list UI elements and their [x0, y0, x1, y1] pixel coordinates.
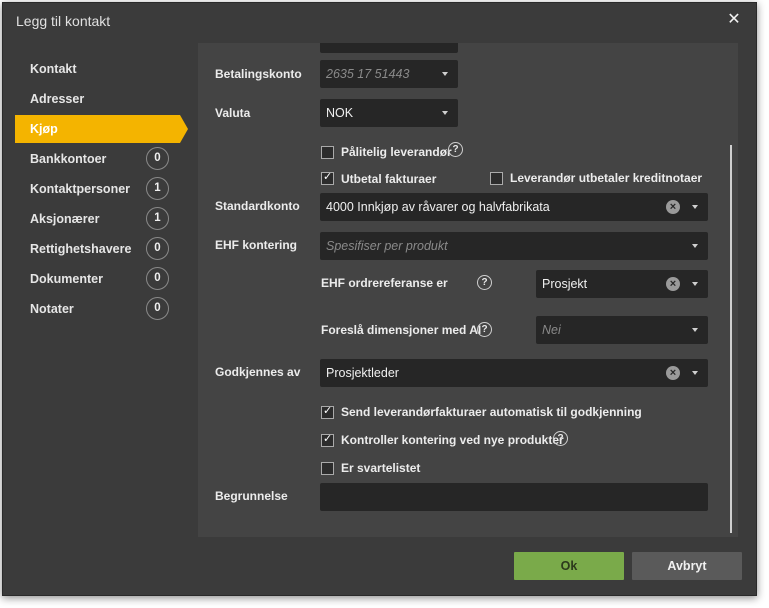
- cancel-button[interactable]: Avbryt: [632, 552, 742, 580]
- svartelistet-label: Er svartelistet: [341, 461, 421, 475]
- help-icon[interactable]: ?: [553, 431, 568, 446]
- count-badge: 1: [146, 177, 169, 200]
- begrunnelse-input[interactable]: [320, 483, 708, 511]
- sidebar-item-kontakt[interactable]: Kontakt: [15, 55, 180, 83]
- standardkonto-value: 4000 Innkjøp av råvarer og halvfabrikata: [326, 200, 550, 214]
- help-icon[interactable]: ?: [448, 142, 463, 157]
- ok-button[interactable]: Ok: [514, 552, 624, 580]
- ehf-ordreref-value: Prosjekt: [542, 277, 588, 291]
- kreditnotaer-checkbox[interactable]: [490, 172, 503, 185]
- count-badge: 0: [146, 147, 169, 170]
- chevron-down-icon[interactable]: [692, 244, 698, 248]
- svartelistet-checkbox[interactable]: [321, 462, 334, 475]
- clear-icon[interactable]: ×: [666, 366, 680, 380]
- sidebar-item-label: Aksjonærer: [30, 212, 100, 226]
- help-icon[interactable]: ?: [477, 322, 492, 337]
- godkjennes-label: Godkjennes av: [215, 365, 301, 379]
- sidebar-item-label: Kontaktpersoner: [30, 182, 131, 196]
- sidebar-item-label: Bankkontoer: [30, 152, 107, 166]
- chevron-down-icon[interactable]: [692, 328, 698, 332]
- dimensjoner-placeholder: Nei: [542, 323, 561, 337]
- sidebar-item-label: Rettighetshavere: [30, 242, 132, 256]
- sidebar-item-label: Adresser: [30, 92, 85, 106]
- sidebar-item-label: Dokumenter: [30, 272, 103, 286]
- sidebar-item-kjop[interactable]: Kjøp: [15, 115, 188, 143]
- sidebar-item-label: Notater: [30, 302, 74, 316]
- sidebar-item-adresser[interactable]: Adresser: [15, 85, 180, 113]
- kontroller-checkbox[interactable]: [321, 432, 334, 447]
- palitelig-checkbox[interactable]: [321, 146, 334, 159]
- utbetal-checkbox[interactable]: [321, 170, 334, 185]
- sidebar-item-label: Kontakt: [30, 62, 77, 76]
- sidebar-item-bankkontoer[interactable]: Bankkontoer 0: [15, 145, 180, 173]
- ehf-kontering-label: EHF kontering: [215, 238, 298, 252]
- ehf-ordreref-label: EHF ordrereferanse er: [321, 276, 448, 290]
- betalingskonto-placeholder: 2635 17 51443: [326, 67, 410, 81]
- scrolled-field[interactable]: [320, 43, 458, 53]
- chevron-down-icon[interactable]: [692, 371, 698, 375]
- chevron-down-icon[interactable]: [442, 72, 448, 76]
- sidebar-item-notater[interactable]: Notater 0: [15, 295, 180, 323]
- kreditnotaer-label: Leverandør utbetaler kreditnotaer: [510, 171, 703, 185]
- valuta-label: Valuta: [215, 106, 251, 120]
- send-godkjenning-label: Send leverandørfakturaer automatisk til …: [341, 405, 642, 419]
- ehf-kontering-placeholder: Spesifiser per produkt: [326, 239, 448, 253]
- help-icon[interactable]: ?: [477, 275, 492, 290]
- ehf-ordreref-select[interactable]: Prosjekt ×: [536, 270, 708, 298]
- clear-icon[interactable]: ×: [666, 277, 680, 291]
- count-badge: 0: [146, 267, 169, 290]
- scrollbar[interactable]: [730, 145, 732, 533]
- kontroller-label: Kontroller kontering ved nye produkter: [341, 433, 564, 447]
- dimensjoner-select[interactable]: Nei: [536, 316, 708, 344]
- count-badge: 0: [146, 237, 169, 260]
- valuta-select[interactable]: NOK: [320, 99, 458, 127]
- utbetal-label: Utbetal fakturaer: [341, 172, 437, 186]
- count-badge: 0: [146, 297, 169, 320]
- close-icon[interactable]: ✕: [725, 11, 743, 29]
- godkjennes-select[interactable]: Prosjektleder ×: [320, 359, 708, 387]
- sidebar-item-kontaktpersoner[interactable]: Kontaktpersoner 1: [15, 175, 180, 203]
- palitelig-label: Pålitelig leverandør: [341, 145, 452, 159]
- dialog-titlebar: Legg til kontakt ✕: [3, 3, 756, 37]
- sidebar-item-rettighetshavere[interactable]: Rettighetshavere 0: [15, 235, 180, 263]
- valuta-value: NOK: [326, 106, 354, 120]
- dimensjoner-label: Foreslå dimensjoner med AI: [321, 323, 482, 337]
- chevron-down-icon[interactable]: [442, 111, 448, 115]
- clear-icon[interactable]: ×: [666, 200, 680, 214]
- betalingskonto-label: Betalingskonto: [215, 67, 302, 81]
- count-badge: 1: [146, 207, 169, 230]
- godkjennes-value: Prosjektleder: [326, 366, 399, 380]
- chevron-down-icon[interactable]: [692, 282, 698, 286]
- sidebar-item-aksjonaerer[interactable]: Aksjonærer 1: [15, 205, 180, 233]
- add-contact-dialog: Legg til kontakt ✕ Kontakt Adresser Kjøp…: [2, 2, 757, 596]
- begrunnelse-label: Begrunnelse: [215, 489, 288, 503]
- sidebar-item-dokumenter[interactable]: Dokumenter 0: [15, 265, 180, 293]
- sidebar-item-label: Kjøp: [30, 122, 58, 136]
- chevron-down-icon[interactable]: [692, 205, 698, 209]
- purchase-form-panel: Betalingskonto 2635 17 51443 Valuta NOK …: [198, 43, 738, 537]
- betalingskonto-select[interactable]: 2635 17 51443: [320, 60, 458, 88]
- dialog-title: Legg til kontakt: [16, 13, 111, 29]
- standardkonto-label: Standardkonto: [215, 199, 300, 213]
- standardkonto-select[interactable]: 4000 Innkjøp av råvarer og halvfabrikata…: [320, 193, 708, 221]
- send-godkjenning-checkbox[interactable]: [321, 404, 334, 419]
- ehf-kontering-select[interactable]: Spesifiser per produkt: [320, 232, 708, 260]
